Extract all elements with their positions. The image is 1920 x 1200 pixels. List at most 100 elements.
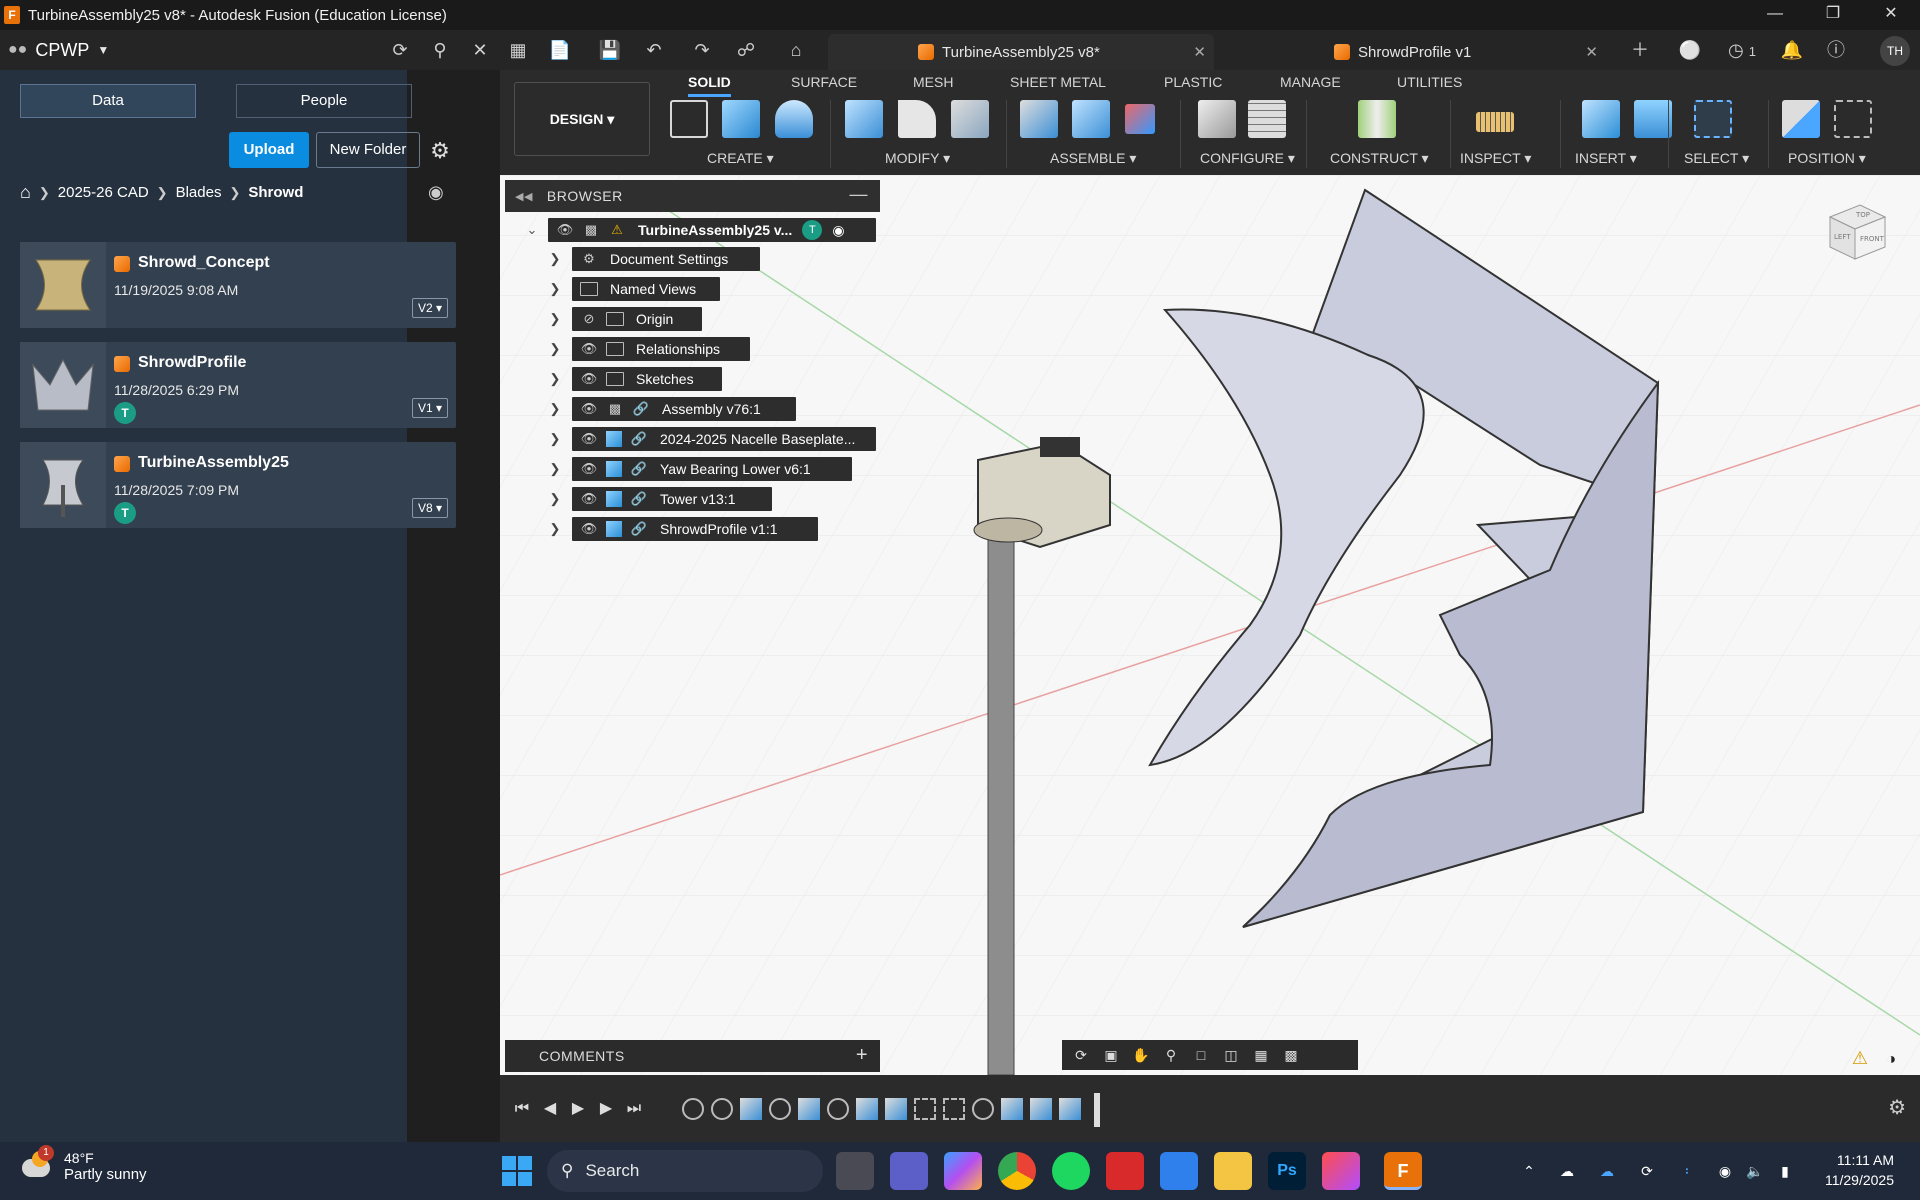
chevron-right-icon[interactable]: ❯ <box>548 277 562 301</box>
grid-settings-icon[interactable]: ▦ <box>1248 1044 1274 1066</box>
step-forward-icon[interactable]: ▶ <box>594 1097 618 1121</box>
microsoft-store-icon[interactable] <box>1160 1152 1198 1190</box>
display-settings-icon[interactable]: ◫ <box>1218 1044 1244 1066</box>
viewports-icon[interactable]: ▩ <box>1278 1044 1304 1066</box>
browser-root[interactable]: 👁 ▩ ⚠ TurbineAssembly25 v... T ◉ <box>548 218 876 242</box>
eye-icon[interactable]: 👁 <box>580 341 598 357</box>
show-hidden-icons[interactable]: ⌃ <box>1518 1160 1540 1182</box>
home-icon[interactable]: ⌂ <box>20 182 31 203</box>
spotify-icon[interactable] <box>1052 1152 1090 1190</box>
status-icon[interactable]: ◑ <box>1886 1051 1896 1069</box>
help-icon[interactable]: ⓘ <box>1824 38 1848 62</box>
chevron-right-icon[interactable]: ❯ <box>548 487 562 511</box>
search-icon[interactable]: ⚲ <box>428 38 452 62</box>
job-status-icon[interactable]: ◷ 1 <box>1722 38 1762 62</box>
timeline-component-feature[interactable] <box>856 1098 878 1120</box>
configuration-table-icon[interactable] <box>1248 100 1286 138</box>
pan-hand-icon[interactable]: ✋ <box>1128 1044 1154 1066</box>
tab-people[interactable]: People <box>236 84 412 118</box>
fit-icon[interactable]: □ <box>1188 1044 1214 1066</box>
undo-icon[interactable]: ↶ <box>642 38 666 62</box>
chevron-right-icon[interactable]: ❯ <box>548 247 562 271</box>
close-icon[interactable]: ✕ <box>1862 0 1920 30</box>
capture-position-icon[interactable] <box>1782 100 1820 138</box>
configure-icon[interactable] <box>1198 100 1236 138</box>
chevron-down-icon[interactable]: ⌄ <box>525 218 539 242</box>
step-back-icon[interactable]: ◀ <box>538 1097 562 1121</box>
minimize-panel-icon[interactable]: — <box>850 184 869 205</box>
timeline-component-feature[interactable] <box>885 1098 907 1120</box>
extensions-icon[interactable]: ⚪ <box>1678 38 1702 62</box>
construct-menu[interactable]: CONSTRUCT ▾ <box>1330 150 1429 167</box>
activate-radio-icon[interactable]: ◉ <box>832 222 844 239</box>
measure-icon[interactable] <box>1476 112 1514 132</box>
timeline-sketch-feature[interactable] <box>943 1098 965 1120</box>
tab-turbineassembly[interactable]: TurbineAssembly25 v8* ✕ <box>828 34 1214 70</box>
breadcrumb-item[interactable]: Blades <box>176 184 222 201</box>
eye-icon[interactable]: 👁 <box>580 371 598 387</box>
play-icon[interactable]: ▶ <box>566 1097 590 1121</box>
eye-icon[interactable]: 👁 <box>580 401 598 417</box>
eye-icon[interactable]: 👁 <box>580 521 598 537</box>
chevron-right-icon[interactable]: ❯ <box>548 397 562 421</box>
tab-utilities[interactable]: UTILITIES <box>1397 74 1462 90</box>
3d-viewport[interactable]: TOP LEFT FRONT ⚠ ◑ <box>500 175 1920 1075</box>
teams-icon[interactable] <box>890 1152 928 1190</box>
timeline-sketch-feature[interactable] <box>914 1098 936 1120</box>
fillet-icon[interactable] <box>898 100 936 138</box>
new-component-icon[interactable] <box>1020 100 1058 138</box>
breadcrumb-item[interactable]: 2025-26 CAD <box>58 184 149 201</box>
save-icon[interactable]: 💾 <box>598 38 622 62</box>
revolve-icon[interactable] <box>775 100 813 138</box>
file-card-turbineassembly25[interactable]: TurbineAssembly25 11/28/2025 7:09 PM T V… <box>20 442 456 528</box>
timeline-component-feature[interactable] <box>740 1098 762 1120</box>
zoom-icon[interactable]: ⚲ <box>1158 1044 1184 1066</box>
insert-derive-icon[interactable] <box>1582 100 1620 138</box>
assemble-menu[interactable]: ASSEMBLE ▾ <box>1050 150 1136 167</box>
timeline-joint-feature[interactable] <box>711 1098 733 1120</box>
collapse-panel-icon[interactable]: ◀◀ <box>515 190 533 203</box>
restore-icon[interactable]: ❐ <box>1804 0 1862 30</box>
windows-start-icon[interactable] <box>502 1156 532 1186</box>
tab-shrowdprofile[interactable]: ShrowdProfile v1 ✕ <box>1214 34 1606 70</box>
chevron-right-icon[interactable]: ❯ <box>548 307 562 331</box>
tab-data[interactable]: Data <box>20 84 196 118</box>
browser-item-sketches[interactable]: 👁 Sketches <box>572 367 722 391</box>
configure-menu[interactable]: CONFIGURE ▾ <box>1200 150 1295 167</box>
refresh-icon[interactable]: ⟳ <box>388 38 412 62</box>
file-card-shrowdprofile[interactable]: ShrowdProfile 11/28/2025 6:29 PM T V1 ▾ <box>20 342 456 428</box>
eye-hidden-icon[interactable]: ⊘ <box>580 311 598 327</box>
new-tab-icon[interactable]: ＋ <box>1628 38 1652 62</box>
globe-icon[interactable]: ◉ <box>428 182 444 203</box>
onedrive-icon[interactable]: ☁ <box>1596 1160 1618 1182</box>
timeline-joint-feature[interactable] <box>827 1098 849 1120</box>
orbit-icon[interactable]: ⟳ <box>1068 1044 1094 1066</box>
version-dropdown[interactable]: V2 ▾ <box>412 298 448 318</box>
weather-widget[interactable]: 1 48°F Partly sunny <box>22 1144 147 1183</box>
extrude-icon[interactable] <box>722 100 760 138</box>
close-panel-icon[interactable]: ✕ <box>468 38 492 62</box>
browser-item-assembly[interactable]: 👁 ▩ 🔗 Assembly v76:1 <box>572 397 796 421</box>
select-window-icon[interactable] <box>1694 100 1732 138</box>
timeline-marker[interactable] <box>1094 1093 1100 1127</box>
timeline-joint-feature[interactable] <box>769 1098 791 1120</box>
team-switcher[interactable]: ●● CPWP ▼ <box>8 36 109 64</box>
warning-icon[interactable]: ⚠ <box>1852 1048 1868 1069</box>
espn-icon[interactable] <box>1106 1152 1144 1190</box>
insert-canvas-icon[interactable] <box>1634 100 1672 138</box>
workspace-switcher[interactable]: DESIGN ▾ <box>514 82 650 156</box>
timeline-component-feature[interactable] <box>1030 1098 1052 1120</box>
volume-icon[interactable]: 🔈 <box>1744 1160 1766 1182</box>
browser-item-tower[interactable]: 👁 🔗 Tower v13:1 <box>572 487 772 511</box>
grid-menu-icon[interactable]: ▦ <box>506 38 530 62</box>
close-tab-icon[interactable]: ✕ <box>1193 43 1206 61</box>
chrome-icon[interactable] <box>998 1152 1036 1190</box>
browser-item-yaw-bearing[interactable]: 👁 🔗 Yaw Bearing Lower v6:1 <box>572 457 852 481</box>
viewcube[interactable]: TOP LEFT FRONT <box>1820 197 1890 267</box>
comments-panel[interactable]: COMMENTS + <box>505 1040 880 1072</box>
position-menu[interactable]: POSITION ▾ <box>1788 150 1866 167</box>
model-canvas[interactable] <box>500 175 1920 1075</box>
timeline-component-feature[interactable] <box>1001 1098 1023 1120</box>
timeline-component-feature[interactable] <box>1059 1098 1081 1120</box>
tab-sheet-metal[interactable]: SHEET METAL <box>1010 74 1106 90</box>
